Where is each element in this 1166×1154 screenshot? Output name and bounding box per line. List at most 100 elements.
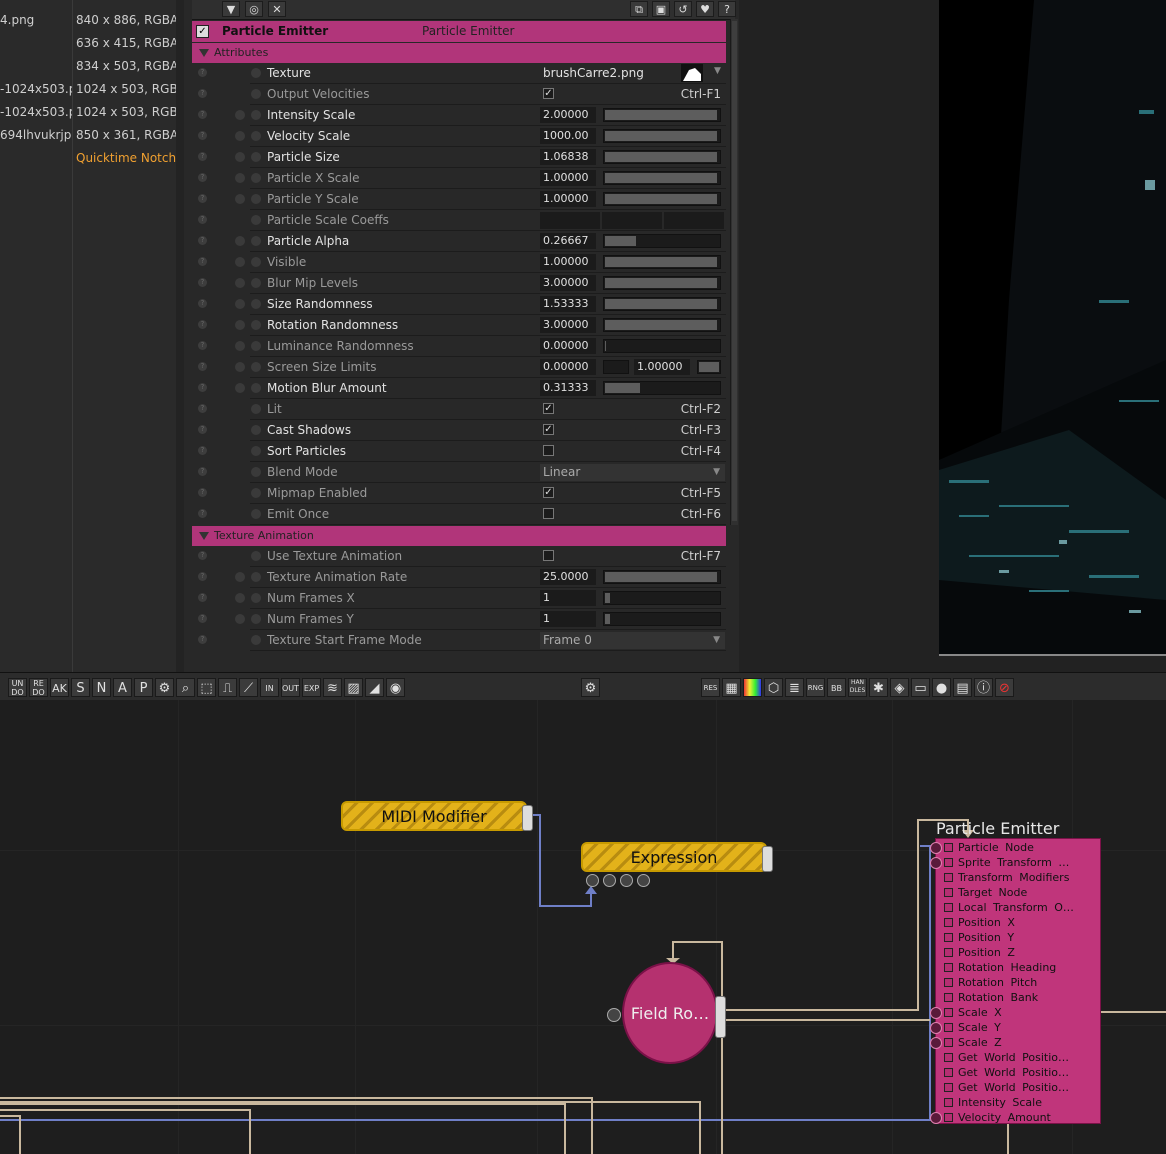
expose-icon[interactable] [251,278,261,288]
checkbox[interactable]: ✓ [543,88,554,99]
animate-icon[interactable] [235,593,245,603]
value-field[interactable]: 3.00000 [540,317,596,333]
midi-modifier-node[interactable]: MIDI Modifier [341,801,533,831]
help-icon[interactable]: ? [198,341,207,350]
pin-checkbox[interactable] [944,948,953,957]
expose-icon[interactable] [251,257,261,267]
expression-node[interactable]: Expression [581,842,773,872]
help-icon[interactable]: ? [198,488,207,497]
vr-icon[interactable]: ▭ [911,678,930,697]
value-field[interactable]: 1 [540,611,596,627]
input-port[interactable] [930,857,942,869]
field-rotate-node[interactable]: Field Ro… [622,962,718,1064]
input-port[interactable] [603,874,616,887]
checkbox[interactable]: ✓ [543,424,554,435]
value-field[interactable]: 0.31333 [540,380,596,396]
input-port[interactable] [930,842,942,854]
value-field[interactable]: 0.00000 [540,338,596,354]
value-field[interactable]: 1.06838 [540,149,596,165]
pin-checkbox[interactable] [944,903,953,912]
value-slider[interactable] [603,276,721,290]
layers-icon[interactable]: ≣ [785,678,804,697]
grid-icon[interactable]: ▦ [722,678,741,697]
help-icon[interactable]: ? [198,446,207,455]
alert-icon[interactable]: ⓘ [974,678,993,697]
heart-icon[interactable]: ♥ [696,1,714,17]
expose-icon[interactable] [251,383,261,393]
expose-icon[interactable] [251,593,261,603]
value-field[interactable]: 1.00000 [540,170,596,186]
expose-icon[interactable] [251,488,261,498]
value-slider[interactable] [603,297,721,311]
expose-icon[interactable] [251,551,261,561]
value-field[interactable]: 1000.00 [540,128,596,144]
file-row[interactable]: -1024x503.png 1024 x 503, RGBA [0,101,186,124]
reset-icon[interactable]: ↺ [674,1,692,17]
help-icon[interactable]: ? [198,194,207,203]
animate-icon[interactable] [235,131,245,141]
help-icon[interactable]: ? [198,152,207,161]
input-port[interactable] [620,874,633,887]
coeff-field[interactable] [540,212,600,229]
cube-icon[interactable]: ⬡ [764,678,783,697]
input-port[interactable] [930,1007,942,1019]
max-value-field[interactable]: 1.00000 [634,359,690,375]
help-icon[interactable]: ? [198,320,207,329]
pin-checkbox[interactable] [944,888,953,897]
animate-icon[interactable] [235,572,245,582]
expose-icon[interactable] [251,467,261,477]
animate-icon[interactable] [235,194,245,204]
circle-target-icon[interactable]: ◉ [386,678,405,697]
value-slider[interactable] [603,339,721,353]
value-field[interactable]: 1.00000 [540,254,596,270]
checkbox[interactable]: ✓ [543,403,554,414]
texture-animation-section-header[interactable]: Texture Animation [192,526,726,546]
animate-icon[interactable] [235,278,245,288]
expose-icon[interactable] [251,89,261,99]
checkbox[interactable] [543,445,554,456]
scrollbar-thumb[interactable] [732,21,737,521]
value-field[interactable]: 2.00000 [540,107,596,123]
redo-button[interactable]: RE DO [29,678,48,697]
texture-name[interactable]: brushCarre2.png [543,66,644,80]
close-icon[interactable]: ✕ [268,1,286,17]
field-output-connector[interactable] [715,996,726,1038]
gear-icon[interactable]: ⚙ [155,678,174,697]
collapse-arrow-icon[interactable] [199,532,209,540]
pin-checkbox[interactable] [944,1098,953,1107]
pin-checkbox[interactable] [944,873,953,882]
file-row[interactable]: Quicktime Notch [0,147,178,170]
animate-icon[interactable] [235,320,245,330]
help-icon[interactable]: ? [198,131,207,140]
value-slider[interactable] [603,150,721,164]
value-slider[interactable] [603,612,721,626]
help-icon[interactable]: ? [198,404,207,413]
attributes-section-header[interactable]: Attributes [192,43,726,63]
particle-emitter-node[interactable]: Particle Node Sprite Transform … Transform… [930,838,1101,1124]
dropdown[interactable]: Frame 0 ▼ [540,632,725,649]
value-slider[interactable] [603,171,721,185]
color-bars-icon[interactable] [743,678,762,697]
snap-s-button[interactable]: S [71,678,90,697]
value-slider[interactable] [603,234,721,248]
help-icon[interactable]: ? [198,257,207,266]
help-icon[interactable]: ? [198,593,207,602]
node-enabled-checkbox[interactable]: ✓ [196,25,209,38]
max-slider[interactable] [697,360,721,374]
value-field[interactable]: 3.00000 [540,275,596,291]
input-port[interactable] [930,1037,942,1049]
in-curve-icon[interactable]: IN [260,678,279,697]
value-field[interactable]: 1 [540,590,596,606]
monitor-icon[interactable]: ▤ [953,678,972,697]
checkbox[interactable] [543,508,554,519]
search-icon[interactable]: ⌕ [176,678,195,697]
help-icon[interactable]: ? [198,68,207,77]
pin-checkbox[interactable] [944,843,953,852]
pin-checkbox[interactable] [944,918,953,927]
input-port[interactable] [930,1022,942,1034]
animate-icon[interactable] [235,236,245,246]
value-slider[interactable] [603,570,721,584]
select-icon[interactable]: ⬚ [197,678,216,697]
help-icon[interactable]: ? [198,551,207,560]
animate-icon[interactable] [235,614,245,624]
